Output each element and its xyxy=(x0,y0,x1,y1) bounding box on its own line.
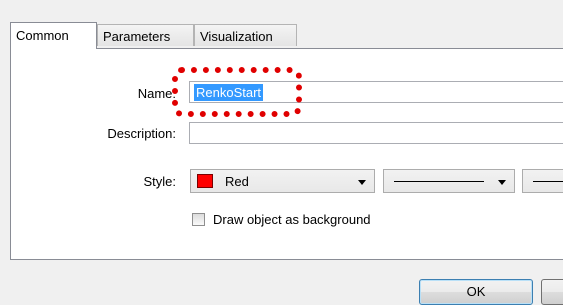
chevron-down-icon xyxy=(498,180,506,185)
color-dropdown[interactable]: Red xyxy=(190,169,375,193)
name-label: Name: xyxy=(137,86,176,101)
color-dropdown-value: Red xyxy=(225,174,249,189)
ok-button-label: OK xyxy=(466,284,486,299)
name-field[interactable]: RenkoStart xyxy=(189,81,563,103)
tab-parameters[interactable]: Parameters xyxy=(97,24,194,46)
tab-common[interactable]: Common xyxy=(10,22,97,49)
name-field-value: RenkoStart xyxy=(194,84,264,101)
tab-common-label: Common xyxy=(16,28,69,43)
ok-button[interactable]: OK xyxy=(419,279,533,305)
chevron-down-icon xyxy=(358,180,366,185)
line-width-dropdown[interactable] xyxy=(522,169,563,193)
line-style-sample xyxy=(394,181,484,182)
tab-visualization-label: Visualization xyxy=(200,29,273,44)
tab-visualization[interactable]: Visualization xyxy=(194,24,297,46)
description-label: Description: xyxy=(107,126,176,141)
cancel-button[interactable] xyxy=(541,279,563,305)
line-width-sample xyxy=(533,181,563,182)
color-swatch xyxy=(197,174,213,188)
background-checkbox[interactable] xyxy=(192,213,205,226)
background-checkbox-label: Draw object as background xyxy=(213,212,371,227)
description-field[interactable] xyxy=(189,122,563,144)
properties-panel xyxy=(10,48,563,260)
tab-parameters-label: Parameters xyxy=(103,29,171,44)
line-style-dropdown[interactable] xyxy=(383,169,515,193)
style-label: Style: xyxy=(143,174,176,189)
